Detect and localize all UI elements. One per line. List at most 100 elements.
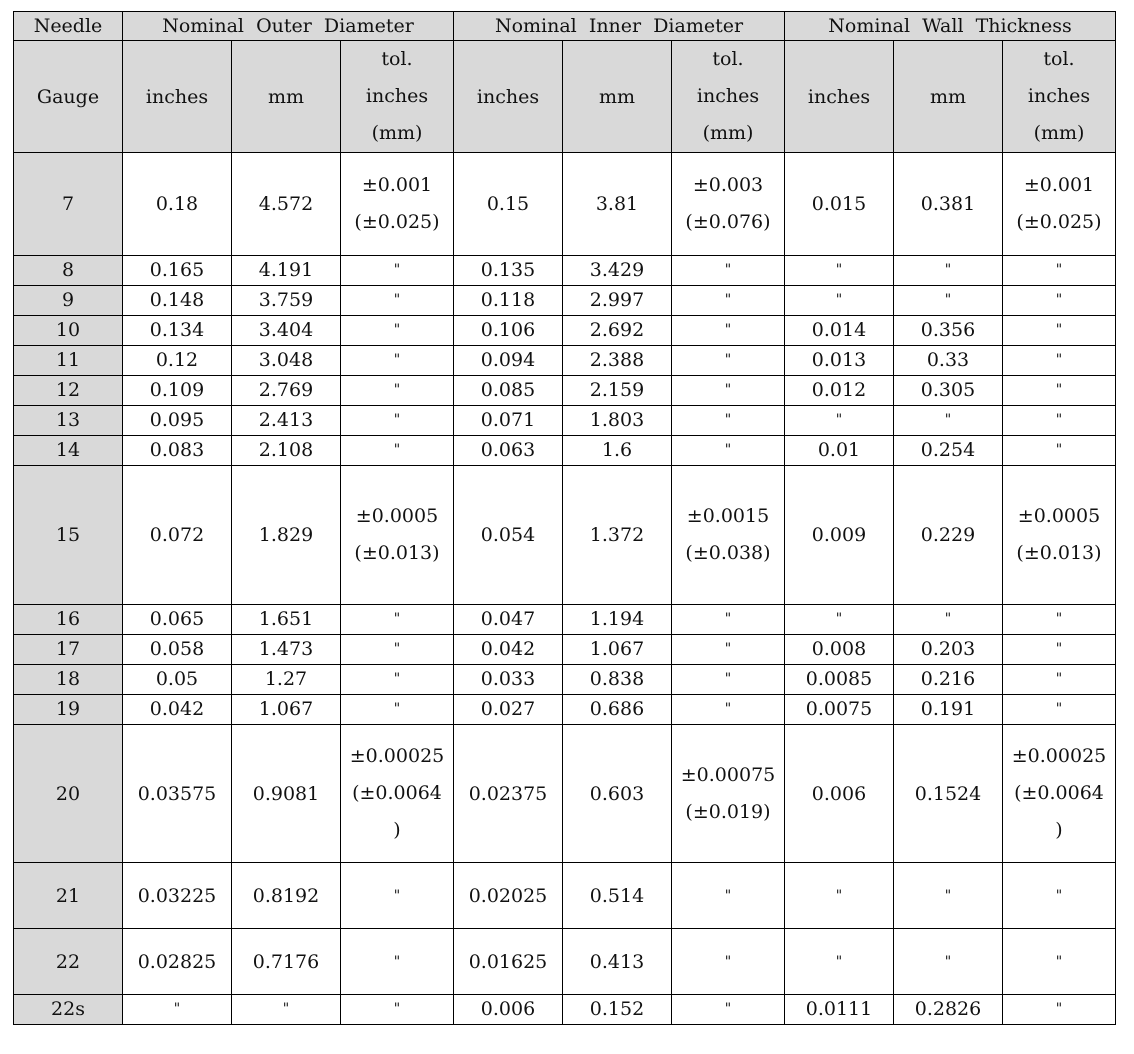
id-in-cell: 0.063	[453, 435, 563, 466]
od-tol-cell: "	[340, 604, 454, 635]
id-tol-cell: ±0.0015 (±0.038)	[671, 465, 785, 605]
wt-mm-cell: "	[893, 604, 1003, 635]
wt-tol-cell: ±0.001 (±0.025)	[1002, 152, 1116, 256]
wt-mm-cell: 0.203	[893, 634, 1003, 665]
od-in-cell: 0.134	[122, 315, 232, 346]
od-mm-cell: 1.067	[231, 694, 341, 725]
tolerance-line: ±0.003	[692, 174, 764, 196]
tolerance-line: ±0.0005	[355, 505, 439, 527]
table-row: 13 0.095 2.413 " 0.071 1.803 " " " "	[13, 405, 1116, 436]
header-inner-diameter: Nominal Inner Diameter	[453, 11, 785, 41]
gauge-cell: 9	[13, 285, 123, 316]
tolerance-line: ±0.00025	[349, 745, 445, 767]
gauge-cell: 14	[13, 435, 123, 466]
tol-unit-inches: inches	[696, 85, 760, 107]
tol-label: tol.	[712, 48, 744, 70]
sub-header-row: Gauge inches mm tol. inches (mm) inches mm…	[13, 40, 1116, 153]
id-in-cell: 0.085	[453, 375, 563, 406]
wt-in-cell: 0.012	[784, 375, 894, 406]
wt-mm-cell: 0.1524	[893, 724, 1003, 863]
od-mm-cell: 2.413	[231, 405, 341, 436]
id-in-cell: 0.106	[453, 315, 563, 346]
od-in-cell: 0.05	[122, 664, 232, 695]
table-row: 12 0.109 2.769 " 0.085 2.159 " 0.012 0.305 "	[13, 375, 1116, 406]
tolerance-line: )	[393, 819, 401, 841]
od-tol-cell: "	[340, 928, 454, 995]
id-tol-cell: "	[671, 604, 785, 635]
od-in-cell: 0.03575	[122, 724, 232, 863]
tolerance-line: (±0.013)	[354, 542, 440, 564]
gauge-cell: 19	[13, 694, 123, 725]
od-mm-cell: 1.27	[231, 664, 341, 695]
od-in-cell: 0.058	[122, 634, 232, 665]
wt-in-cell: "	[784, 604, 894, 635]
od-in-cell: 0.095	[122, 405, 232, 436]
header-od-tol: tol. inches (mm)	[340, 40, 454, 153]
gauge-cell: 22s	[13, 994, 123, 1025]
id-tol-cell: "	[671, 375, 785, 406]
od-mm-cell: 3.759	[231, 285, 341, 316]
header-gauge: Gauge	[13, 40, 123, 153]
tolerance-line: ±0.001	[1023, 174, 1095, 196]
wt-in-cell: 0.008	[784, 634, 894, 665]
wt-in-cell: 0.009	[784, 465, 894, 605]
table-row: 8 0.165 4.191 " 0.135 3.429 " " " "	[13, 255, 1116, 286]
tolerance-line: (±0.0064	[1014, 782, 1104, 804]
wt-tol-cell: "	[1002, 694, 1116, 725]
wt-mm-cell: 0.216	[893, 664, 1003, 695]
id-mm-cell: 2.388	[562, 345, 672, 376]
tolerance-line: )	[1055, 819, 1063, 841]
tolerance-line: ±0.00025	[1011, 745, 1107, 767]
tolerance-line: (±0.076)	[685, 211, 771, 233]
id-tol-cell: "	[671, 694, 785, 725]
id-tol-cell: "	[671, 255, 785, 286]
wt-mm-cell: "	[893, 285, 1003, 316]
header-id-tol: tol. inches (mm)	[671, 40, 785, 153]
od-tol-cell: "	[340, 634, 454, 665]
header-needle: Needle	[13, 11, 123, 41]
wt-tol-cell: "	[1002, 634, 1116, 665]
wt-tol-cell: "	[1002, 664, 1116, 695]
wt-in-cell: "	[784, 255, 894, 286]
id-tol-cell: "	[671, 994, 785, 1025]
id-tol-cell: "	[671, 315, 785, 346]
id-tol-cell: ±0.00075 (±0.019)	[671, 724, 785, 863]
gauge-cell: 20	[13, 724, 123, 863]
gauge-cell: 8	[13, 255, 123, 286]
od-tol-cell: "	[340, 664, 454, 695]
id-in-cell: 0.02025	[453, 862, 563, 929]
id-in-cell: 0.02375	[453, 724, 563, 863]
id-mm-cell: 1.067	[562, 634, 672, 665]
table-row: 19 0.042 1.067 " 0.027 0.686 " 0.0075 0.191 "	[13, 694, 1116, 725]
tolerance-line: (±0.019)	[685, 800, 771, 823]
od-in-cell: 0.083	[122, 435, 232, 466]
od-mm-cell: 1.829	[231, 465, 341, 605]
wt-in-cell: "	[784, 405, 894, 436]
id-mm-cell: 2.997	[562, 285, 672, 316]
table-row: 16 0.065 1.651 " 0.047 1.194 " " " "	[13, 604, 1116, 635]
wt-in-cell: 0.006	[784, 724, 894, 863]
id-tol-cell: "	[671, 285, 785, 316]
table-row: 22s " " " 0.006 0.152 " 0.0111 0.2826 "	[13, 994, 1116, 1025]
id-tol-cell: ±0.003 (±0.076)	[671, 152, 785, 256]
wt-tol-cell: "	[1002, 315, 1116, 346]
wt-tol-cell: "	[1002, 255, 1116, 286]
od-tol-cell: "	[340, 315, 454, 346]
wt-tol-cell: "	[1002, 345, 1116, 376]
id-mm-cell: 1.803	[562, 405, 672, 436]
wt-tol-cell: "	[1002, 994, 1116, 1025]
wt-tol-cell: "	[1002, 928, 1116, 995]
wt-in-cell: "	[784, 862, 894, 929]
wt-mm-cell: "	[893, 862, 1003, 929]
table-row: 10 0.134 3.404 " 0.106 2.692 " 0.014 0.356 "	[13, 315, 1116, 346]
gauge-cell: 11	[13, 345, 123, 376]
tolerance-line: (±0.025)	[1016, 211, 1102, 233]
wt-tol-cell: ±0.00025 (±0.0064)	[1002, 724, 1116, 863]
wt-in-cell: 0.0111	[784, 994, 894, 1025]
id-in-cell: 0.01625	[453, 928, 563, 995]
group-header-row: Needle Nominal Outer Diameter Nominal In…	[13, 11, 1116, 41]
tolerance-line: ±0.0005	[1017, 505, 1101, 527]
od-tol-cell: "	[340, 994, 454, 1025]
tolerance-line: (±0.025)	[354, 211, 440, 233]
id-in-cell: 0.054	[453, 465, 563, 605]
